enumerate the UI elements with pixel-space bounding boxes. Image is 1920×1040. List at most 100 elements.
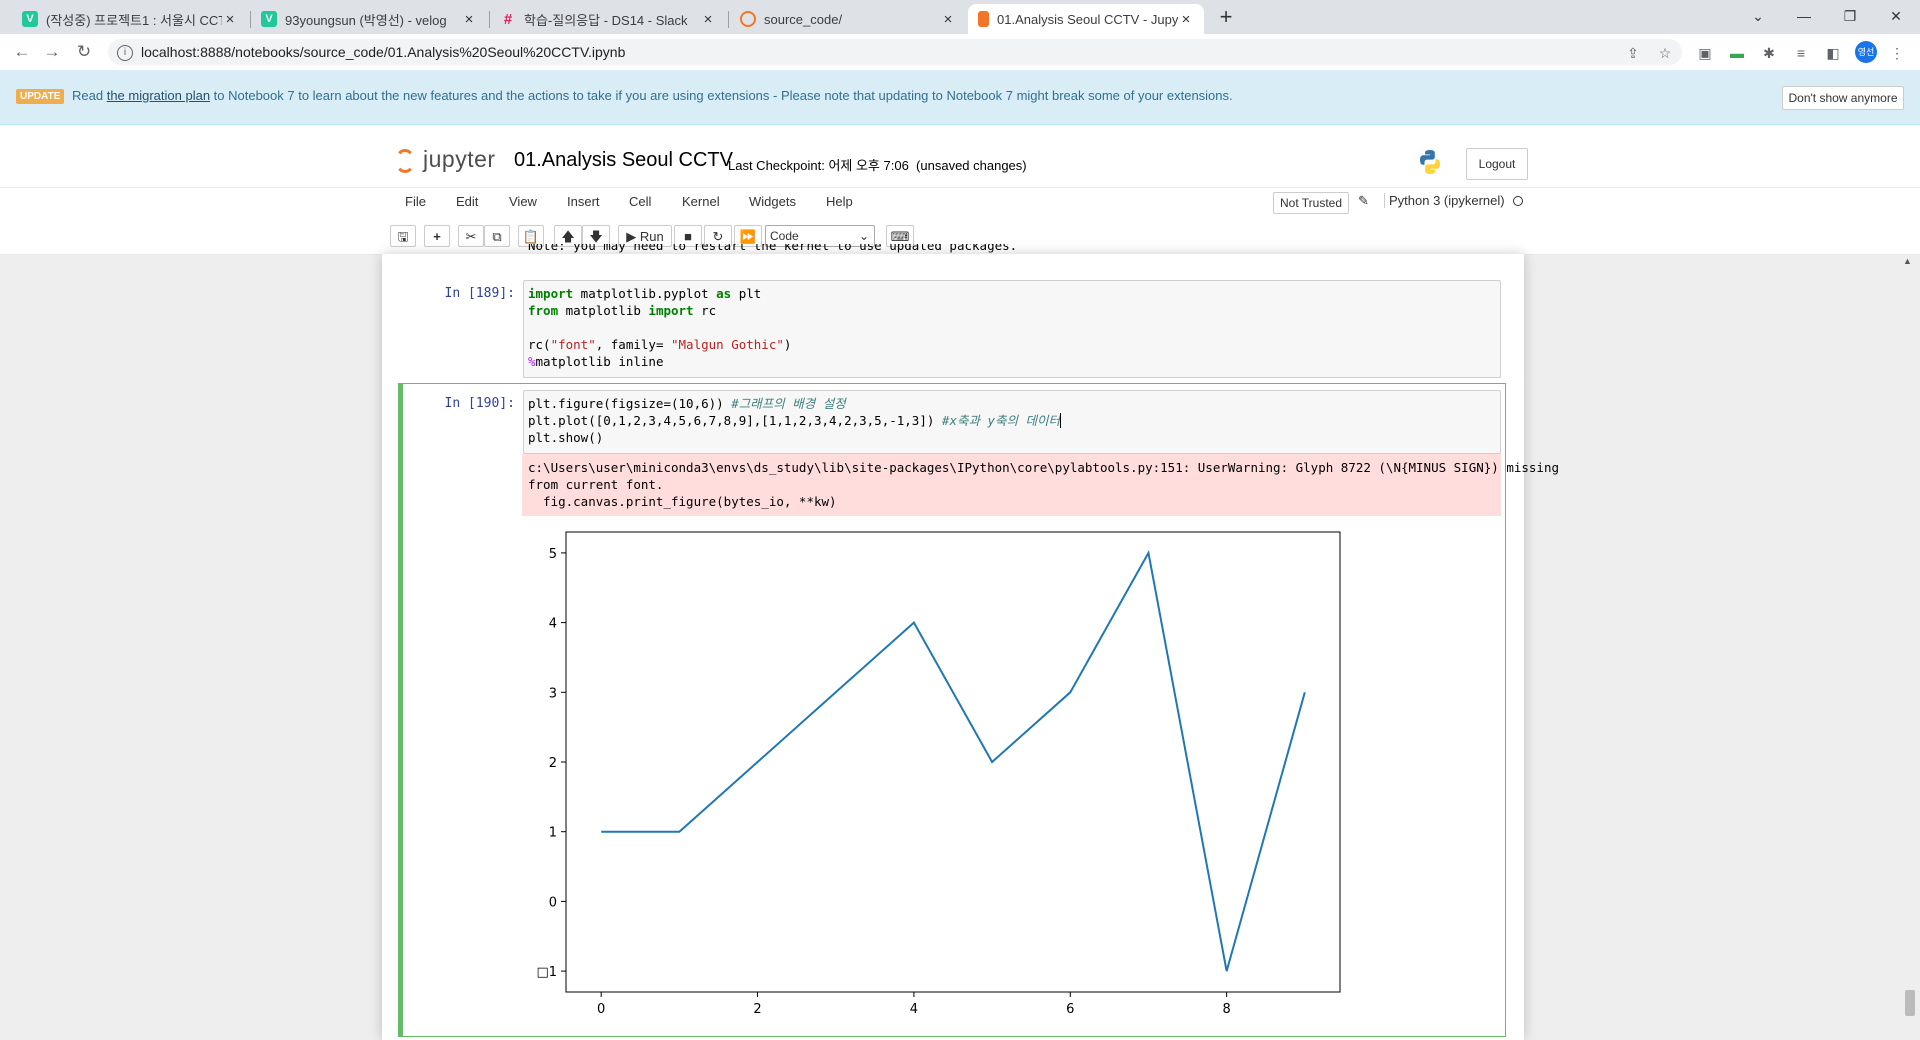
tab-separator: [728, 11, 729, 28]
code-line: plt.plot([0,1,2,3,4,5,6,7,8,9],[1,1,2,3,…: [528, 412, 1062, 429]
code-text: plt.figure(figsize=(10,6)): [528, 396, 732, 411]
not-trusted-button[interactable]: Not Trusted: [1273, 192, 1350, 214]
menu-item-file[interactable]: File: [405, 194, 426, 209]
code-cell-source[interactable]: import matplotlib.pyplot as plt from matp…: [528, 285, 791, 370]
python-logo-icon: [1420, 150, 1440, 174]
menu-item-kernel[interactable]: Kernel: [682, 194, 720, 209]
close-window-icon[interactable]: ✕: [1876, 4, 1916, 28]
y-tick-label: 3: [549, 686, 557, 701]
reload-icon[interactable]: ↻: [72, 42, 96, 62]
scroll-up-icon[interactable]: ▲: [1903, 256, 1912, 266]
stderr-text: c:\Users\user\miniconda3\envs\ds_study\l…: [528, 459, 1559, 510]
unsaved-changes: (unsaved changes): [916, 158, 1027, 173]
text-cursor: [1060, 413, 1062, 428]
code-text: matplotlib inline: [535, 354, 664, 369]
x-tick-label: 0: [597, 1002, 605, 1017]
save-icon[interactable]: 🖫: [390, 225, 416, 247]
back-icon[interactable]: ←: [10, 42, 34, 62]
menu-kebab-icon[interactable]: ⋮: [1888, 44, 1906, 62]
cut-icon[interactable]: ✂: [458, 225, 484, 247]
logout-button[interactable]: Logout: [1466, 148, 1528, 180]
code-text: rc: [693, 303, 717, 318]
code-text: , family=: [595, 337, 671, 352]
menu-item-help[interactable]: Help: [826, 194, 853, 209]
keyword: import: [648, 303, 694, 318]
cell-prompt: In [189]:: [444, 286, 515, 301]
puzzle-icon[interactable]: ✱: [1760, 44, 1778, 62]
insert-cell-icon[interactable]: +: [424, 225, 450, 247]
close-tab-icon[interactable]: ×: [222, 11, 238, 28]
y-tick-label: 5: [549, 547, 557, 562]
close-tab-icon[interactable]: ×: [940, 11, 956, 28]
extension-icon[interactable]: ▣: [1696, 44, 1714, 62]
minimize-icon[interactable]: —: [1784, 4, 1824, 28]
browser-tab[interactable]: V (작성중) 프로젝트1 : 서울시 CCTV ×: [12, 4, 248, 34]
stderr-line: from current font.: [528, 477, 664, 492]
notebook-title[interactable]: 01.Analysis Seoul CCTV: [514, 149, 733, 172]
run-label: Run: [639, 229, 664, 244]
new-tab-button[interactable]: +: [1214, 5, 1238, 29]
edit-mode-pencil-icon: ✎: [1358, 193, 1369, 208]
menubar: [0, 188, 1920, 222]
reading-list-icon[interactable]: ≡: [1792, 44, 1810, 62]
code-comment: #x축과 y축의 데이터: [941, 413, 1061, 428]
browser-tab[interactable]: V 93youngsun (박영선) - velog ×: [251, 4, 487, 34]
menu-item-edit[interactable]: Edit: [456, 194, 478, 209]
bookmark-star-icon[interactable]: ☆: [1656, 44, 1674, 62]
keyword: from: [528, 303, 559, 318]
site-info-icon[interactable]: i: [117, 45, 133, 61]
jupyter-logo-icon[interactable]: [395, 149, 415, 173]
matplotlib-line-chart: 0 2 4 6 8 5 4 3 2 1 0 □1: [520, 525, 1350, 1030]
kernel-idle-icon: [1513, 196, 1523, 206]
migration-plan-link[interactable]: the migration plan: [107, 88, 210, 103]
extension-green-icon[interactable]: ▬: [1728, 44, 1746, 62]
kernel-indicator[interactable]: Python 3 (ipykernel): [1384, 193, 1505, 208]
code-line: plt.show(): [528, 429, 1061, 446]
code-line: import matplotlib.pyplot as plt: [528, 285, 791, 302]
profile-avatar[interactable]: 영선: [1855, 41, 1877, 63]
x-tick-label: 4: [910, 1002, 918, 1017]
code-text: plt.show(): [528, 430, 604, 445]
url-text[interactable]: localhost:8888/notebooks/source_code/01.…: [141, 44, 625, 60]
tab-search-icon[interactable]: ⌄: [1738, 4, 1778, 28]
x-tick-label: 6: [1066, 1002, 1074, 1017]
browser-tab[interactable]: source_code/ ×: [730, 4, 966, 34]
checkpoint-status: Last Checkpoint: 어제 오후 7:06 (unsaved cha…: [728, 155, 1027, 174]
scrollbar-thumb[interactable]: [1905, 990, 1915, 1016]
menu-item-view[interactable]: View: [509, 194, 537, 209]
x-tick-label: 2: [753, 1002, 761, 1017]
copy-icon[interactable]: ⧉: [484, 225, 510, 247]
dont-show-anymore-button[interactable]: Don't show anymore: [1782, 86, 1904, 110]
notification-text-after: to Notebook 7 to learn about the new fea…: [210, 88, 1233, 103]
close-tab-icon[interactable]: ×: [1178, 11, 1194, 28]
tab-title: 학습-질의응답 - DS14 - Slack: [524, 12, 688, 28]
notification-text-before: Read: [72, 88, 107, 103]
browser-tab[interactable]: # 학습-질의응답 - DS14 - Slack ×: [490, 4, 726, 34]
stderr-line: fig.canvas.print_figure(bytes_io, **kw): [528, 494, 837, 509]
menu-item-insert[interactable]: Insert: [567, 194, 600, 209]
run-icon: ▶: [626, 229, 637, 244]
menu-item-widgets[interactable]: Widgets: [749, 194, 796, 209]
y-tick-label: □1: [536, 965, 557, 980]
code-text: ): [783, 337, 792, 352]
code-cell-source[interactable]: plt.figure(figsize=(10,6)) #그래프의 배경 설정 pl…: [528, 395, 1062, 446]
close-tab-icon[interactable]: ×: [461, 11, 477, 28]
velog-icon: V: [261, 11, 277, 27]
browser-tab[interactable]: 01.Analysis Seoul CCTV - Jupyter ×: [968, 4, 1204, 34]
tab-title: 93youngsun (박영선) - velog: [285, 12, 447, 28]
chart-background: [520, 525, 1350, 1030]
code-comment: #그래프의 배경 설정: [731, 396, 846, 411]
forward-icon[interactable]: →: [40, 42, 64, 62]
share-icon[interactable]: ⇪: [1624, 44, 1642, 62]
restore-icon[interactable]: ❐: [1830, 4, 1870, 28]
jupyter-logo-text[interactable]: jupyter: [423, 146, 496, 173]
menu-item-cell[interactable]: Cell: [629, 194, 651, 209]
chevron-down-icon: ⌄: [858, 229, 869, 243]
close-tab-icon[interactable]: ×: [700, 11, 716, 28]
side-panel-icon[interactable]: ◧: [1824, 44, 1842, 62]
code-text: matplotlib.pyplot: [573, 286, 717, 301]
partial-output-text: Note: you may need to restart the kernel…: [528, 244, 1017, 254]
code-text: plt.plot([0,1,2,3,4,5,6,7,8,9],[1,1,2,3,…: [528, 413, 942, 428]
string-literal: "Malgun Gothic": [671, 337, 784, 352]
